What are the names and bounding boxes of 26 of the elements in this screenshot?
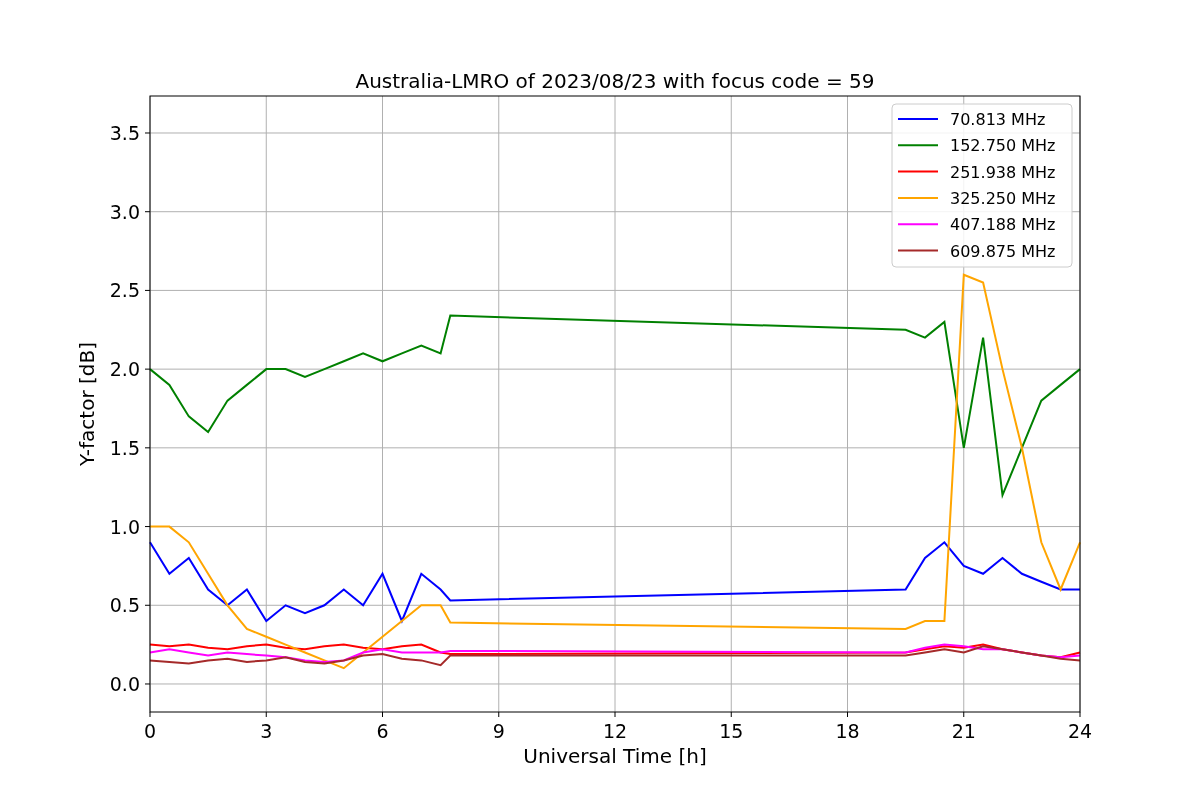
legend-label: 152.750 MHz: [950, 136, 1056, 156]
legend-label: 251.938 MHz: [950, 162, 1056, 182]
y-tick-label: 3.5: [109, 122, 140, 144]
x-tick-label: 9: [492, 720, 505, 742]
y-tick-label: 3.0: [109, 200, 140, 223]
x-axis-label: Universal Time [h]: [523, 744, 707, 768]
legend-label: 325.250 MHz: [950, 188, 1056, 208]
x-tick-label: 0: [143, 720, 157, 742]
y-tick-label: 2.5: [109, 279, 140, 302]
legend-label: 70.813 MHz: [950, 110, 1046, 129]
x-tick-label: 21: [951, 720, 976, 742]
y-tick-label: 2.0: [109, 358, 140, 381]
legend-label: 609.875 MHz: [950, 241, 1056, 261]
x-tick-label: 18: [835, 720, 860, 742]
legend-label: 407.188 MHz: [950, 215, 1056, 235]
y-axis-label: Y-factor [dB]: [75, 342, 99, 466]
x-tick-label: 3: [260, 720, 273, 742]
x-tick-label: 6: [376, 720, 389, 742]
y-tick-label: 1.0: [109, 515, 140, 538]
x-tick-label: 15: [719, 720, 744, 742]
x-tick-label: 24: [1067, 720, 1093, 742]
chart-title: Australia-LMRO of 2023/08/23 with focus code = 59: [355, 69, 875, 93]
y-tick-label: 1.5: [109, 436, 140, 459]
y-tick-label: 0.5: [109, 594, 140, 617]
x-tick-label: 12: [602, 720, 628, 742]
y-tick-label: 0.0: [109, 673, 140, 695]
